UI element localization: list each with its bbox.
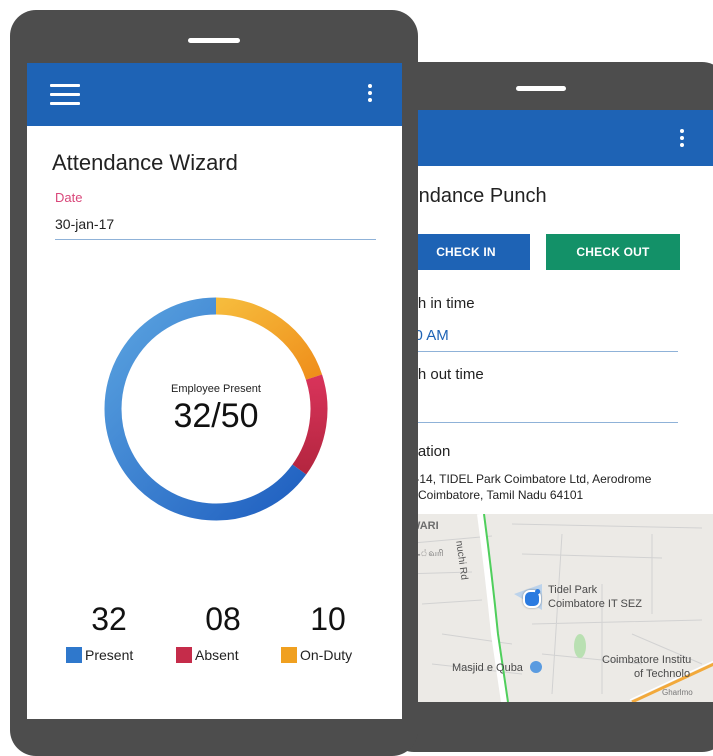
date-field[interactable]: 30-jan-17: [55, 213, 376, 241]
punch-screen: tendance Punch CHECK IN CHECK OUT nch in…: [402, 110, 713, 702]
present-label: Present: [85, 647, 134, 663]
legend-absent: Absent: [176, 647, 239, 663]
check-in-button[interactable]: CHECK IN: [402, 234, 530, 270]
legend-on-duty: On-Duty: [281, 647, 352, 663]
map-place-institute-1: Coimbatore Institu: [602, 654, 692, 666]
location-map[interactable]: HWARI AR ஆஃ்வரி nuchi Rd ● Tidel Park Co…: [402, 514, 713, 702]
absent-count: 08: [205, 601, 241, 637]
punch-title: tendance Punch: [402, 185, 547, 207]
absent-label: Absent: [195, 647, 239, 663]
on-duty-label: On-Duty: [300, 647, 353, 663]
attendance-donut: Employee Present 32/50: [104, 297, 328, 521]
address-line-2: st, Coimbatore, Tamil Nadu 64101: [402, 488, 584, 502]
donut-caption: Employee Present: [171, 383, 261, 395]
phone-speaker: [516, 86, 566, 91]
phone-wizard: Attendance Wizard Date 30-jan-17 Employe…: [10, 10, 418, 756]
present-count: 32: [91, 601, 127, 637]
more-options-icon[interactable]: [368, 84, 372, 105]
date-value: 30-jan-17: [55, 216, 115, 232]
punch-app-bar: [402, 110, 713, 166]
map-place-small: Gharlmo: [662, 688, 693, 697]
address-line-1: 13-14, TIDEL Park Coimbatore Ltd, Aerodr…: [402, 472, 652, 486]
on-duty-swatch: [281, 647, 297, 663]
wizard-title: Attendance Wizard: [52, 150, 238, 175]
map-pin-icon: ●: [534, 584, 542, 598]
map-place-tidel-1: Tidel Park: [548, 584, 598, 596]
check-out-button[interactable]: CHECK OUT: [546, 234, 680, 270]
date-label: Date: [55, 190, 83, 205]
date-underline: [55, 239, 376, 240]
hamburger-menu-icon[interactable]: [50, 84, 80, 105]
more-options-icon[interactable]: [680, 129, 684, 150]
donut-segment-on-duty: [215, 297, 323, 380]
punch-in-underline: [402, 351, 678, 352]
phone-punch: tendance Punch CHECK IN CHECK OUT nch in…: [388, 62, 713, 752]
donut-value: 32/50: [173, 397, 259, 435]
wizard-screen: Attendance Wizard Date 30-jan-17 Employe…: [27, 63, 402, 719]
map-place-institute-2: of Technolo: [634, 668, 691, 680]
phone-speaker: [188, 38, 240, 43]
punch-out-underline: [402, 422, 678, 423]
on-duty-count: 10: [310, 601, 346, 637]
map-place-tidel-2: Coimbatore IT SEZ: [548, 598, 642, 610]
mosque-icon: [530, 661, 542, 673]
map-place-masjid: Masjid e Quba: [452, 662, 523, 674]
absent-swatch: [176, 647, 192, 663]
legend-present: Present: [66, 647, 133, 663]
wizard-app-bar: [27, 63, 402, 126]
present-swatch: [66, 647, 82, 663]
